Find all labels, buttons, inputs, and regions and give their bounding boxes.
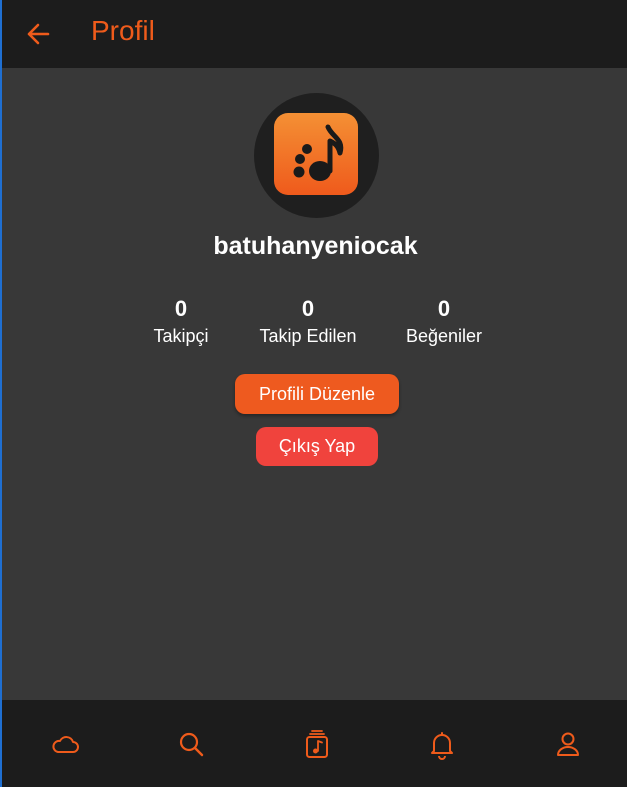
avatar (254, 93, 379, 218)
stat-likes: 0 Beğeniler (400, 296, 488, 347)
stat-value: 0 (437, 296, 451, 321)
stat-label: Takipçi (153, 326, 209, 346)
nav-profile[interactable] (552, 728, 584, 760)
bottom-navigation (2, 700, 627, 787)
app-bar: Profil (2, 0, 627, 68)
username: batuhanyeniocak (213, 232, 418, 260)
playlist-icon (306, 730, 328, 758)
nav-library[interactable] (301, 728, 333, 760)
stat-label: Beğeniler (405, 326, 483, 346)
music-note-logo-icon (293, 124, 344, 181)
bell-icon (431, 732, 453, 760)
nav-search[interactable] (175, 728, 207, 760)
user-icon (557, 732, 579, 756)
cloud-icon (52, 736, 79, 753)
stat-value: 0 (301, 296, 315, 321)
stat-value: 0 (174, 296, 188, 321)
app-logo (274, 113, 358, 195)
stat-following: 0 Takip Edilen (252, 296, 364, 347)
page-title: Profil (91, 15, 155, 46)
stat-label: Takip Edilen (259, 326, 357, 346)
search-icon (179, 732, 204, 757)
arrow-left-icon (27, 23, 50, 45)
logout-button[interactable]: Çıkış Yap (256, 427, 378, 466)
nav-notifications[interactable] (426, 728, 458, 760)
nav-cloud[interactable] (49, 728, 81, 760)
stat-followers: 0 Takipçi (146, 296, 216, 347)
back-button[interactable] (22, 20, 54, 48)
app-root: Profil batuhanyeniocak 0 Takipçi 0 Takip… (0, 0, 627, 787)
edit-profile-button[interactable]: Profili Düzenle (235, 374, 399, 414)
